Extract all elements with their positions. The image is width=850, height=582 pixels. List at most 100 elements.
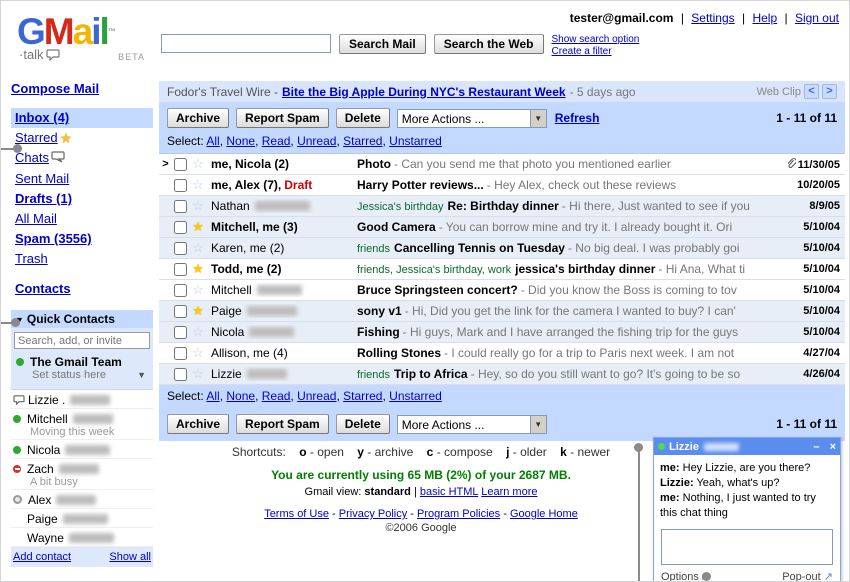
star-toggle-icon[interactable]: ☆ bbox=[189, 282, 207, 298]
contact-row-wayne[interactable]: Wayne bbox=[11, 528, 153, 547]
report-spam-button[interactable]: Report Spam bbox=[236, 414, 329, 434]
contact-row-nicola[interactable]: Nicola bbox=[11, 440, 153, 459]
select-starred-link[interactable]: Starred bbox=[343, 389, 389, 403]
row-checkbox[interactable] bbox=[174, 368, 187, 381]
email-row[interactable]: ☆ Nathan Jessica's birthdayRe: Birthday … bbox=[159, 196, 845, 217]
learn-more-link[interactable]: Learn more bbox=[481, 486, 537, 498]
star-toggle-icon[interactable]: ☆ bbox=[189, 156, 207, 172]
contact-row-mitchell[interactable]: MitchellMoving this week bbox=[11, 409, 153, 440]
sidebar-item-all-mail[interactable]: All Mail bbox=[11, 209, 153, 229]
terms-link[interactable]: Terms of Use bbox=[264, 508, 339, 520]
report-spam-button[interactable]: Report Spam bbox=[236, 108, 329, 128]
star-toggle-icon[interactable]: ☆ bbox=[189, 324, 207, 340]
chat-options-button[interactable]: Options ▸ bbox=[661, 570, 708, 582]
compose-mail-link[interactable]: Compose Mail bbox=[11, 81, 99, 96]
quick-contacts-search-input[interactable] bbox=[14, 332, 150, 349]
minimize-icon[interactable]: – bbox=[813, 441, 819, 453]
contact-row-lizzie[interactable]: Lizzie . bbox=[11, 390, 153, 409]
webclip-next-button[interactable]: > bbox=[822, 84, 837, 99]
star-toggle-icon[interactable]: ★ bbox=[189, 219, 207, 235]
row-checkbox[interactable] bbox=[174, 242, 187, 255]
sidebar-item-chats[interactable]: Chats bbox=[11, 148, 153, 169]
email-row[interactable]: ☆ Nicola Fishing- Hi guys, Mark and I ha… bbox=[159, 322, 845, 343]
settings-link[interactable]: Settings bbox=[691, 11, 734, 25]
contacts-link[interactable]: Contacts bbox=[15, 281, 71, 296]
google-home-link[interactable]: Google Home bbox=[510, 508, 578, 520]
row-checkbox[interactable] bbox=[174, 326, 187, 339]
search-web-button[interactable]: Search the Web bbox=[434, 34, 544, 54]
email-row[interactable]: ★ Mitchell, me (3) Good Camera- You can … bbox=[159, 217, 845, 238]
row-checkbox[interactable] bbox=[174, 179, 187, 192]
row-checkbox[interactable] bbox=[174, 347, 187, 360]
more-actions-select[interactable]: More Actions ...▼ bbox=[397, 415, 547, 434]
sidebar-item-spam[interactable]: Spam (3556) bbox=[11, 229, 153, 249]
quick-contacts-header[interactable]: ▼Quick Contacts bbox=[11, 310, 153, 328]
select-unread-link[interactable]: Unread bbox=[297, 134, 343, 148]
sidebar-item-starred[interactable]: Starred★ bbox=[11, 128, 153, 148]
archive-button[interactable]: Archive bbox=[167, 414, 229, 434]
select-unstarred-link[interactable]: Unstarred bbox=[389, 134, 442, 148]
contact-row-alex[interactable]: Alex bbox=[11, 490, 153, 509]
webclip-prev-button[interactable]: < bbox=[804, 84, 819, 99]
row-checkbox[interactable] bbox=[174, 200, 187, 213]
show-all-link[interactable]: Show all bbox=[109, 551, 151, 563]
row-checkbox[interactable] bbox=[174, 284, 187, 297]
refresh-link[interactable]: Refresh bbox=[555, 111, 600, 125]
help-link[interactable]: Help bbox=[752, 11, 777, 25]
email-row[interactable]: ★ Todd, me (2) friends, Jessica's birthd… bbox=[159, 259, 845, 280]
select-none-link[interactable]: None bbox=[226, 389, 261, 403]
select-read-link[interactable]: Read bbox=[262, 389, 297, 403]
chat-popout-button[interactable]: Pop-out ↗ bbox=[782, 570, 833, 582]
create-filter-link[interactable]: Create a filter bbox=[552, 46, 640, 58]
chat-message: me: Nothing, I just wanted to try this c… bbox=[660, 491, 834, 521]
sidebar-item-drafts[interactable]: Drafts (1) bbox=[11, 189, 153, 209]
select-none-link[interactable]: None bbox=[226, 134, 261, 148]
select-all-link[interactable]: All bbox=[206, 134, 226, 148]
email-row[interactable]: ★ Paige sony v1- Hi, Did you get the lin… bbox=[159, 301, 845, 322]
sidebar-item-sent-mail[interactable]: Sent Mail bbox=[11, 169, 153, 189]
delete-button[interactable]: Delete bbox=[336, 108, 390, 128]
star-toggle-icon[interactable]: ★ bbox=[189, 303, 207, 319]
webclip-link[interactable]: Bite the Big Apple During NYC's Restaura… bbox=[282, 85, 566, 99]
select-unstarred-link[interactable]: Unstarred bbox=[389, 389, 442, 403]
sign-out-link[interactable]: Sign out bbox=[795, 11, 839, 25]
more-actions-select[interactable]: More Actions ...▼ bbox=[397, 109, 547, 128]
email-row[interactable]: ☆ Allison, me (4) Rolling Stones- I coul… bbox=[159, 343, 845, 364]
sidebar-item-inbox[interactable]: Inbox (4) bbox=[11, 108, 153, 128]
select-starred-link[interactable]: Starred bbox=[343, 134, 389, 148]
email-row[interactable]: > ☆ me, Nicola (2) Photo- Can you send m… bbox=[159, 154, 845, 175]
chat-input[interactable] bbox=[661, 529, 833, 565]
search-input[interactable] bbox=[161, 34, 331, 53]
contact-row-zach[interactable]: ZachA bit busy bbox=[11, 459, 153, 490]
close-icon[interactable]: × bbox=[830, 441, 836, 453]
sidebar-item-trash[interactable]: Trash bbox=[11, 249, 153, 269]
privacy-link[interactable]: Privacy Policy bbox=[339, 508, 417, 520]
star-toggle-icon[interactable]: ☆ bbox=[189, 345, 207, 361]
star-toggle-icon[interactable]: ☆ bbox=[189, 177, 207, 193]
row-checkbox[interactable] bbox=[174, 158, 187, 171]
email-row[interactable]: ☆ Mitchell Bruce Springsteen concert?- D… bbox=[159, 280, 845, 301]
chat-header[interactable]: Lizzie – × bbox=[654, 438, 840, 455]
search-mail-button[interactable]: Search Mail bbox=[339, 34, 426, 54]
select-unread-link[interactable]: Unread bbox=[297, 389, 343, 403]
program-policies-link[interactable]: Program Policies bbox=[417, 508, 510, 520]
star-toggle-icon[interactable]: ☆ bbox=[189, 240, 207, 256]
select-read-link[interactable]: Read bbox=[262, 134, 297, 148]
star-toggle-icon[interactable]: ☆ bbox=[189, 366, 207, 382]
email-row[interactable]: ☆ me, Alex (7),Draft Harry Potter review… bbox=[159, 175, 845, 196]
select-all-link[interactable]: All bbox=[206, 389, 226, 403]
show-search-options-link[interactable]: Show search option bbox=[552, 34, 640, 46]
email-row[interactable]: ☆ Karen, me (2) friendsCancelling Tennis… bbox=[159, 238, 845, 259]
row-checkbox[interactable] bbox=[174, 305, 187, 318]
contact-row-paige[interactable]: Paige bbox=[11, 509, 153, 528]
star-toggle-icon[interactable]: ★ bbox=[189, 261, 207, 277]
delete-button[interactable]: Delete bbox=[336, 414, 390, 434]
star-toggle-icon[interactable]: ☆ bbox=[189, 198, 207, 214]
row-checkbox[interactable] bbox=[174, 263, 187, 276]
row-checkbox[interactable] bbox=[174, 221, 187, 234]
archive-button[interactable]: Archive bbox=[167, 108, 229, 128]
set-status-control[interactable]: Set status here▼ bbox=[16, 369, 148, 381]
add-contact-link[interactable]: Add contact bbox=[13, 551, 71, 563]
basic-html-link[interactable]: basic HTML bbox=[420, 486, 478, 498]
email-row[interactable]: ☆ Lizzie friendsTrip to Africa- Hey, so … bbox=[159, 364, 845, 385]
